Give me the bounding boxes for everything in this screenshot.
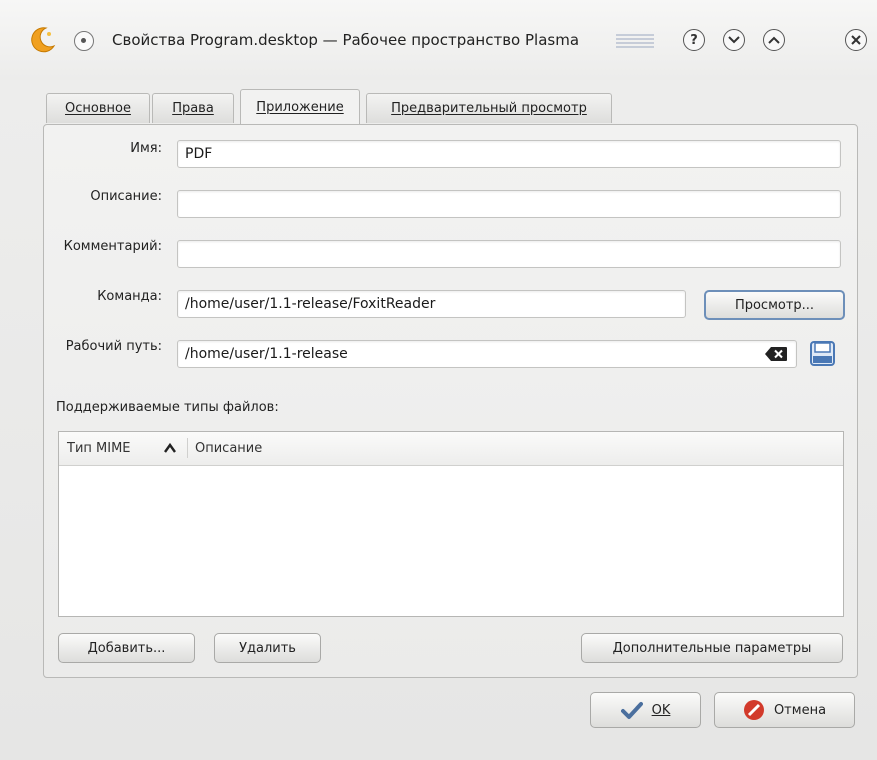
advanced-options-button[interactable]: Дополнительные параметры [581,633,843,663]
minimize-button[interactable] [723,29,745,51]
checkmark-icon [620,702,643,719]
column-separator [187,438,188,458]
title-decoration-lines [616,34,654,48]
name-label: Имя: [130,141,162,156]
browse-button[interactable]: Просмотр... [704,290,845,320]
add-button[interactable]: Добавить... [58,633,195,663]
column-header-description[interactable]: Описание [195,441,262,456]
description-label: Описание: [90,189,162,204]
pin-button[interactable] [74,31,94,51]
filetypes-section-label: Поддерживаемые типы файлов: [56,400,279,415]
name-field[interactable]: PDF [177,140,841,168]
tab-general[interactable]: Основное [46,93,150,123]
properties-dialog: Свойства Program.desktop — Рабочее прост… [0,0,877,760]
cancel-circle-icon [743,700,764,720]
close-button[interactable] [845,29,867,51]
ok-label: OK [651,702,671,718]
cancel-button[interactable]: Отмена [714,692,855,728]
help-icon: ? [690,32,698,48]
sort-ascending-icon[interactable] [163,442,177,454]
close-icon [851,35,861,45]
comment-label: Комментарий: [63,239,162,254]
filetypes-list[interactable]: Тип MIME Описание [58,431,844,617]
workdir-label: Рабочий путь: [65,339,162,354]
title-bar[interactable]: Свойства Program.desktop — Рабочее прост… [0,0,877,80]
column-header-mime[interactable]: Тип MIME [67,441,131,456]
maximize-button[interactable] [763,29,785,51]
window-title: Свойства Program.desktop — Рабочее прост… [112,31,580,49]
app-icon[interactable] [26,24,58,56]
comment-field[interactable] [177,240,841,268]
chevron-down-icon [728,36,740,44]
chevron-up-icon [768,36,780,44]
tab-preview[interactable]: Предварительный просмотр [366,93,612,123]
help-button[interactable]: ? [683,29,705,51]
tab-permissions[interactable]: Права [152,93,234,123]
description-field[interactable] [177,190,841,218]
command-label: Команда: [97,289,162,304]
command-field[interactable]: /home/user/1.1-release/FoxitReader [177,290,686,318]
floppy-save-icon[interactable] [810,341,835,366]
cancel-label: Отмена [773,702,827,718]
workdir-field[interactable]: /home/user/1.1-release [177,340,797,368]
list-header: Тип MIME Описание [59,432,843,466]
remove-button[interactable]: Удалить [214,633,321,663]
clear-text-icon[interactable] [764,346,788,362]
ok-button[interactable]: OK [590,692,701,728]
tab-application[interactable]: Приложение [240,89,360,124]
